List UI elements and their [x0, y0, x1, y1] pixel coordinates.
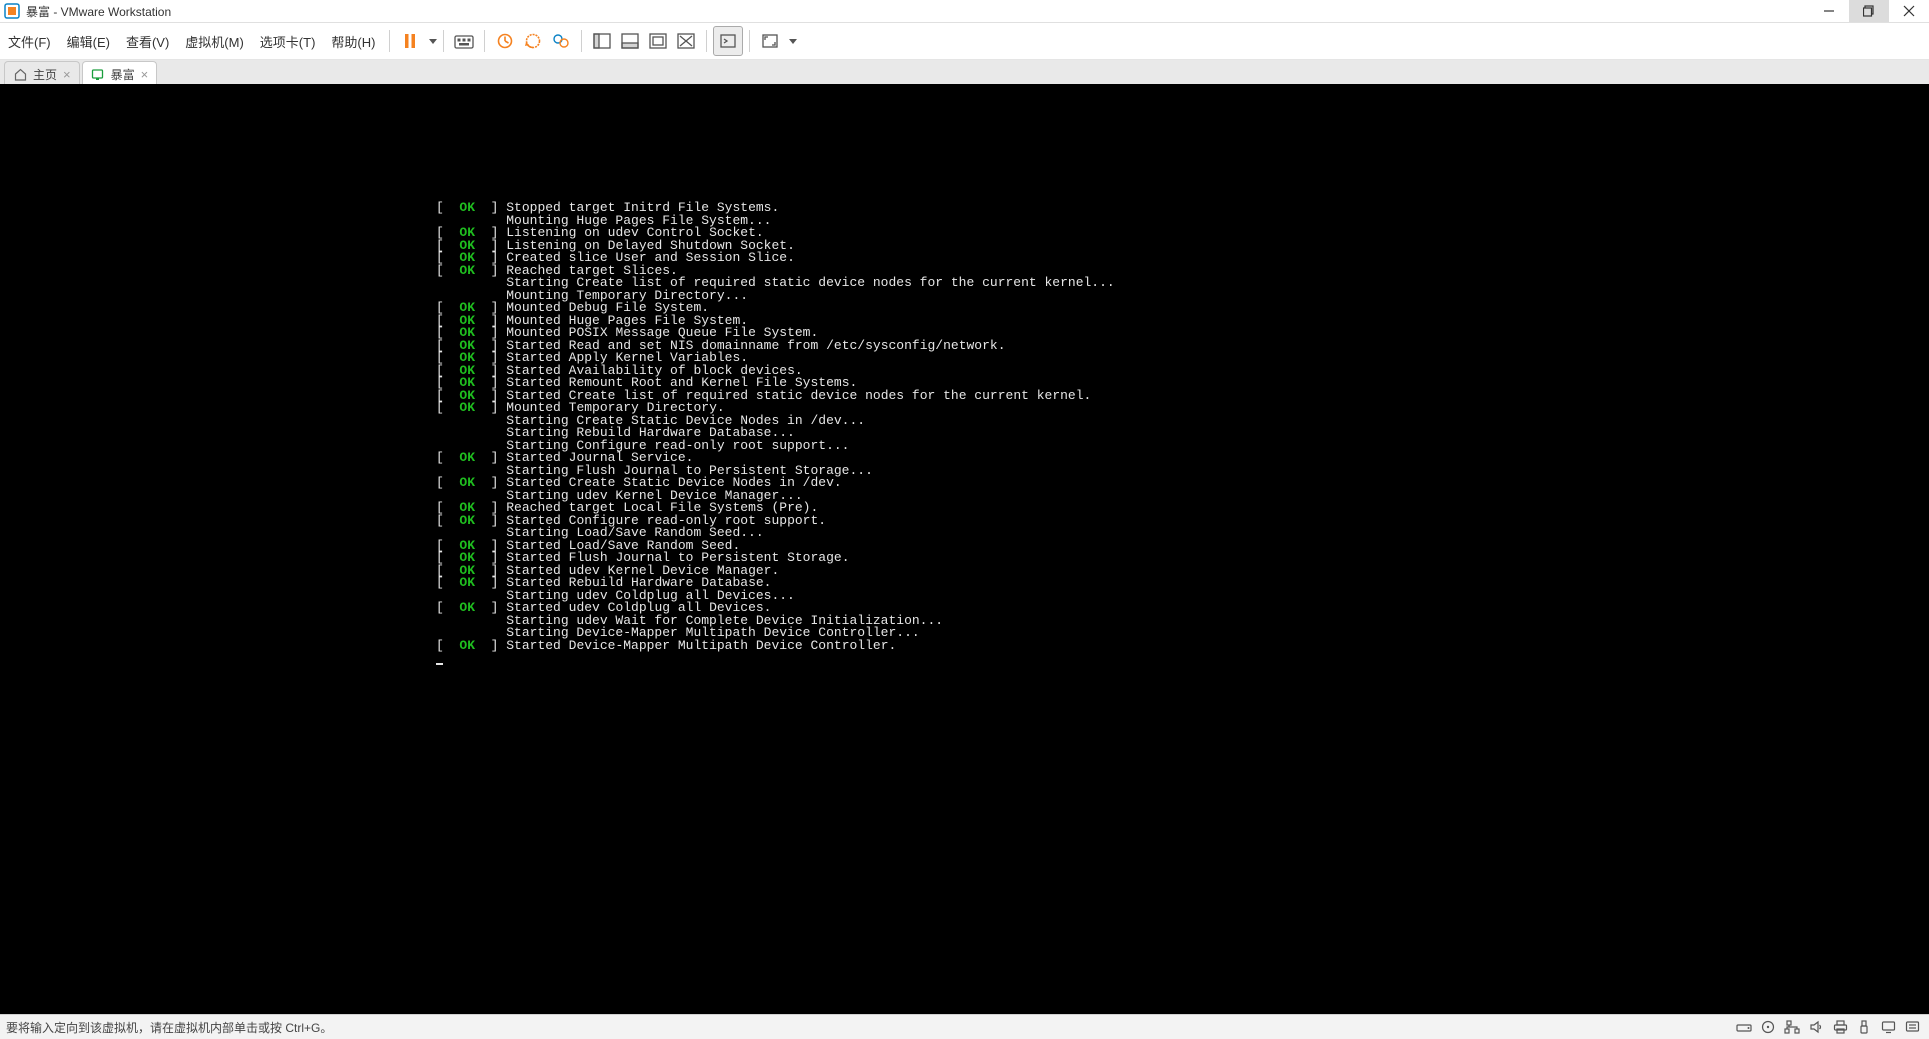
menu-edit[interactable]: 编辑(E): [59, 23, 118, 59]
guest-console[interactable]: [ OK ] Stopped target Initrd File System…: [0, 84, 1929, 1015]
show-sidebar-button[interactable]: [588, 27, 616, 55]
window-maximize-button[interactable]: [1849, 0, 1889, 22]
window-title: 暴富 - VMware Workstation: [26, 3, 171, 20]
snapshot-take-button[interactable]: [491, 27, 519, 55]
tab-home[interactable]: 主页 ×: [4, 61, 80, 86]
menu-tabs[interactable]: 选项卡(T): [252, 23, 324, 59]
vmware-app-icon: [4, 3, 20, 19]
tabstrip: 主页 × 暴富 ×: [0, 60, 1929, 87]
network-icon[interactable]: [1783, 1018, 1801, 1036]
window-close-button[interactable]: [1889, 0, 1929, 22]
tab-close-icon[interactable]: ×: [141, 68, 149, 81]
toolbar-separator: [484, 30, 485, 52]
toolbar-separator: [749, 30, 750, 52]
toolbar-separator: [706, 30, 707, 52]
sound-icon[interactable]: [1807, 1018, 1825, 1036]
window-minimize-button[interactable]: [1809, 0, 1849, 22]
toolbar-separator: [443, 30, 444, 52]
usb-icon[interactable]: [1855, 1018, 1873, 1036]
chevron-down-icon[interactable]: [429, 39, 437, 44]
menu-vm[interactable]: 虚拟机(M): [177, 23, 252, 59]
toolbar-separator: [581, 30, 582, 52]
send-ctrl-alt-del-button[interactable]: [450, 27, 478, 55]
home-icon: [13, 67, 27, 81]
snapshot-revert-button[interactable]: [519, 27, 547, 55]
message-log-icon[interactable]: [1903, 1018, 1921, 1036]
toolbar-separator: [389, 30, 390, 52]
display-icon[interactable]: [1879, 1018, 1897, 1036]
menu-file[interactable]: 文件(F): [0, 23, 59, 59]
cursor-line: [436, 652, 1115, 665]
pause-icon[interactable]: [396, 27, 424, 55]
fullscreen-button-group[interactable]: [756, 27, 797, 55]
tab-guest[interactable]: 暴富 ×: [82, 61, 158, 86]
menu-view[interactable]: 查看(V): [118, 23, 177, 59]
boot-log-line: [ OK ] Started Device-Mapper Multipath D…: [436, 640, 1115, 653]
statusbar: 要将输入定向到该虚拟机，请在虚拟机内部单击或按 Ctrl+G。: [0, 1014, 1929, 1039]
show-bottombar-button[interactable]: [616, 27, 644, 55]
power-button-group[interactable]: [396, 27, 437, 55]
fullscreen-icon[interactable]: [756, 27, 784, 55]
menubar: 文件(F) 编辑(E) 查看(V) 虚拟机(M) 选项卡(T) 帮助(H): [0, 23, 1929, 60]
menu-help[interactable]: 帮助(H): [323, 23, 383, 59]
titlebar: 暴富 - VMware Workstation: [0, 0, 1929, 23]
console-view-button[interactable]: [713, 26, 743, 56]
tab-close-icon[interactable]: ×: [63, 68, 71, 81]
stretch-guest-button[interactable]: [644, 27, 672, 55]
chevron-down-icon[interactable]: [789, 39, 797, 44]
cd-icon[interactable]: [1759, 1018, 1777, 1036]
vm-icon: [91, 67, 105, 81]
unity-mode-button[interactable]: [672, 27, 700, 55]
printer-icon[interactable]: [1831, 1018, 1849, 1036]
tab-home-label: 主页: [33, 66, 57, 83]
snapshot-manager-button[interactable]: [547, 27, 575, 55]
status-device-icons: [1735, 1018, 1929, 1036]
boot-log: [ OK ] Stopped target Initrd File System…: [436, 202, 1115, 665]
harddisk-icon[interactable]: [1735, 1018, 1753, 1036]
tab-guest-label: 暴富: [111, 66, 135, 83]
status-hint: 要将输入定向到该虚拟机，请在虚拟机内部单击或按 Ctrl+G。: [0, 1019, 1735, 1036]
